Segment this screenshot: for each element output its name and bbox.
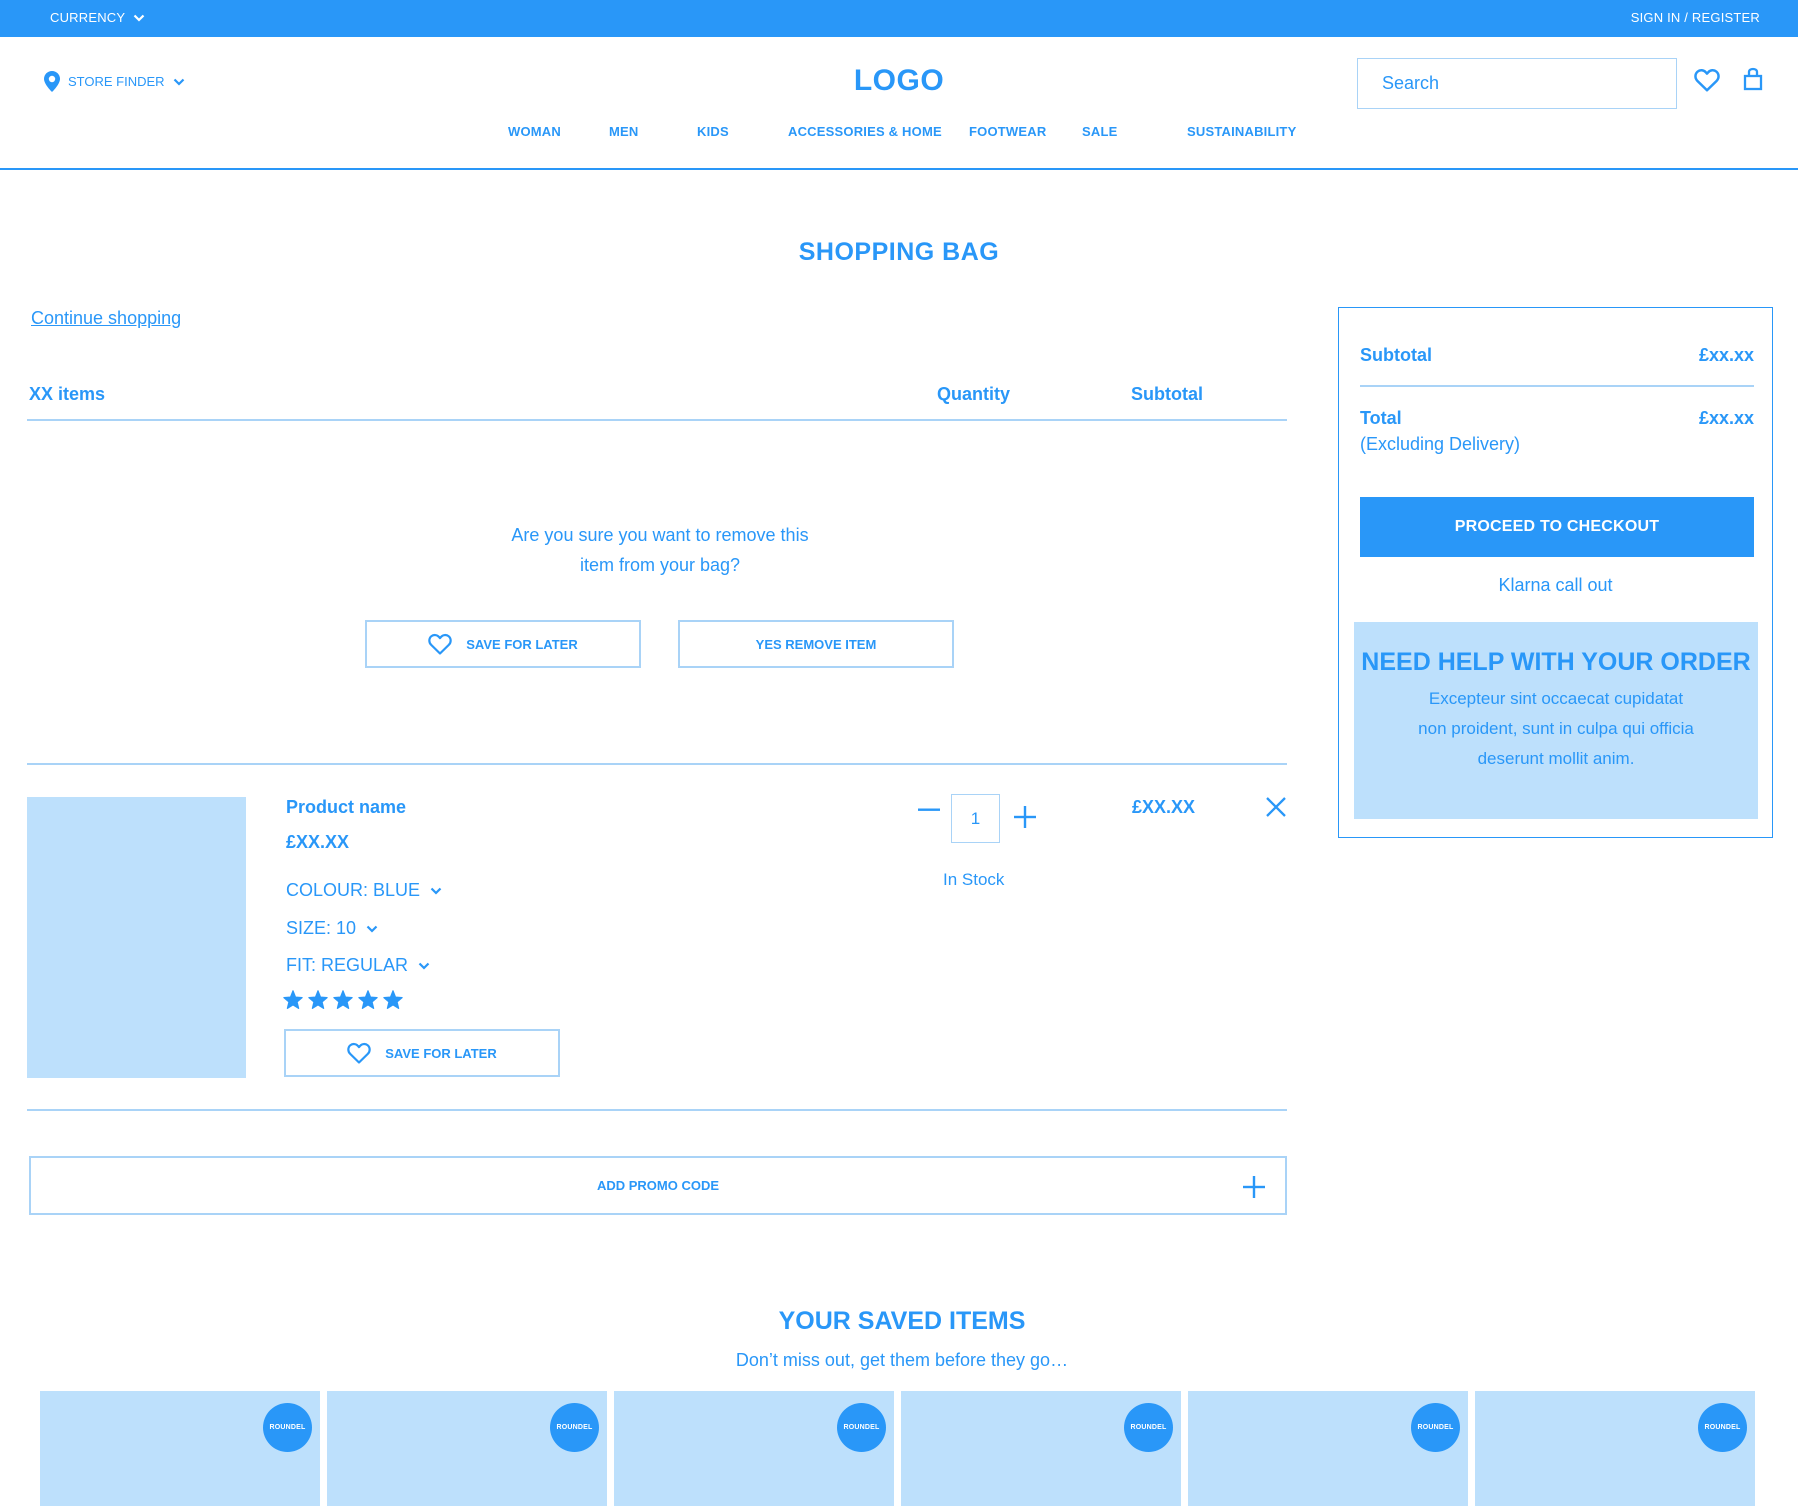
summary-subtotal-value: £xx.xx <box>1698 345 1754 365</box>
save-for-later-button[interactable]: SAVE FOR LATER <box>284 1029 560 1077</box>
saved-item-card[interactable]: ROUNDEL <box>1188 1391 1468 1506</box>
subtotal-column-header: Subtotal <box>1131 384 1203 404</box>
roundel-badge: ROUNDEL <box>263 1403 312 1452</box>
plus-icon <box>1243 1176 1265 1198</box>
star-icon <box>383 990 403 1009</box>
saved-item-card[interactable]: ROUNDEL <box>327 1391 607 1506</box>
wishlist-heart-icon[interactable] <box>1694 68 1720 92</box>
page-title: SHOPPING BAG <box>798 238 1000 266</box>
summary-total-note: (Excluding Delivery) <box>1360 434 1521 454</box>
close-icon[interactable] <box>1265 796 1287 818</box>
chevron-down-icon <box>430 887 442 895</box>
roundel-badge: ROUNDEL <box>550 1403 599 1452</box>
header-divider <box>0 168 1798 170</box>
search-input[interactable] <box>1357 58 1677 109</box>
shopping-bag-icon[interactable] <box>1743 66 1763 92</box>
star-rating <box>283 990 403 1009</box>
nav-item-sustainability[interactable]: SUSTAINABILITY <box>1187 124 1296 139</box>
chevron-down-icon <box>366 925 378 933</box>
save-for-later-label: SAVE FOR LATER <box>385 1045 497 1061</box>
saved-item-card[interactable]: ROUNDEL <box>901 1391 1181 1506</box>
klarna-callout[interactable]: Klarna call out <box>1338 575 1773 596</box>
heart-icon <box>347 1042 372 1064</box>
nav-item-footwear[interactable]: FOOTWEAR <box>969 124 1046 139</box>
summary-total-value: £xx.xx <box>1698 408 1754 428</box>
divider <box>27 419 1287 421</box>
help-title: NEED HELP WITH YOUR ORDER <box>1361 648 1751 676</box>
roundel-badge: ROUNDEL <box>837 1403 886 1452</box>
nav-item-sale[interactable]: SALE <box>1082 124 1117 139</box>
saved-items-title: YOUR SAVED ITEMS <box>778 1307 1026 1335</box>
add-promo-code-button[interactable]: ADD PROMO CODE <box>29 1156 1287 1215</box>
fit-selector[interactable]: FIT: REGULAR <box>286 955 430 976</box>
saved-items-subtitle: Don’t miss out, get them before they go… <box>735 1350 1069 1370</box>
quantity-value[interactable]: 1 <box>951 794 1000 843</box>
currency-selector[interactable]: CURRENCY <box>50 10 145 25</box>
save-for-later-button[interactable]: SAVE FOR LATER <box>365 620 641 668</box>
saved-item-card[interactable]: ROUNDEL <box>1475 1391 1755 1506</box>
yes-remove-label: YES REMOVE ITEM <box>755 636 877 652</box>
currency-label: CURRENCY <box>50 10 126 25</box>
saved-item-card[interactable]: ROUNDEL <box>614 1391 894 1506</box>
help-panel: NEED HELP WITH YOUR ORDER Excepteur sint… <box>1354 622 1758 819</box>
line-subtotal: £XX.XX <box>1132 797 1196 817</box>
continue-shopping-link[interactable]: Continue shopping <box>31 308 181 329</box>
proceed-to-checkout-button[interactable]: PROCEED TO CHECKOUT <box>1360 497 1754 557</box>
chevron-down-icon <box>133 14 145 22</box>
quantity-column-header: Quantity <box>937 384 1011 404</box>
star-icon <box>283 990 303 1009</box>
fit-label: FIT: REGULAR <box>286 955 409 975</box>
remove-confirmation-text: Are you sure you want to remove this ite… <box>511 525 809 575</box>
star-icon <box>308 990 328 1009</box>
stock-status: In Stock <box>943 870 1005 889</box>
quantity-increase-button[interactable] <box>1014 806 1036 828</box>
promo-label: ADD PROMO CODE <box>596 1178 720 1193</box>
size-selector[interactable]: SIZE: 10 <box>286 918 378 939</box>
product-name[interactable]: Product name <box>286 797 406 818</box>
sign-in-register-link[interactable]: SIGN IN / REGISTER <box>1631 10 1760 25</box>
product-price: £XX.XX <box>286 832 350 852</box>
top-bar: CURRENCY SIGN IN / REGISTER <box>0 0 1798 37</box>
colour-label: COLOUR: BLUE <box>286 880 421 900</box>
colour-selector[interactable]: COLOUR: BLUE <box>286 880 442 901</box>
size-label: SIZE: 10 <box>286 918 357 938</box>
yes-remove-item-button[interactable]: YES REMOVE ITEM <box>678 620 954 668</box>
divider <box>27 1109 1287 1111</box>
roundel-badge: ROUNDEL <box>1411 1403 1460 1452</box>
star-icon <box>358 990 378 1009</box>
heart-icon <box>428 633 453 655</box>
saved-item-card[interactable]: ROUNDEL <box>40 1391 320 1506</box>
roundel-badge: ROUNDEL <box>1698 1403 1747 1452</box>
divider <box>1360 385 1754 387</box>
item-count: XX items <box>29 384 106 404</box>
divider <box>27 763 1287 765</box>
nav-item-woman[interactable]: WOMAN <box>508 124 561 139</box>
save-for-later-label: SAVE FOR LATER <box>466 636 578 652</box>
nav-item-accessories-home[interactable]: ACCESSORIES & HOME <box>788 124 942 139</box>
roundel-badge: ROUNDEL <box>1124 1403 1173 1452</box>
star-icon <box>333 990 353 1009</box>
nav-item-men[interactable]: MEN <box>609 124 639 139</box>
quantity-decrease-button[interactable] <box>918 808 940 812</box>
help-text: Excepteur sint occaecat cupidatat non pr… <box>1418 689 1694 768</box>
chevron-down-icon <box>418 962 430 970</box>
product-image[interactable] <box>27 797 246 1078</box>
nav-item-kids[interactable]: KIDS <box>697 124 729 139</box>
summary-subtotal-label: Subtotal <box>1360 345 1432 365</box>
summary-total-label: Total <box>1360 408 1402 428</box>
